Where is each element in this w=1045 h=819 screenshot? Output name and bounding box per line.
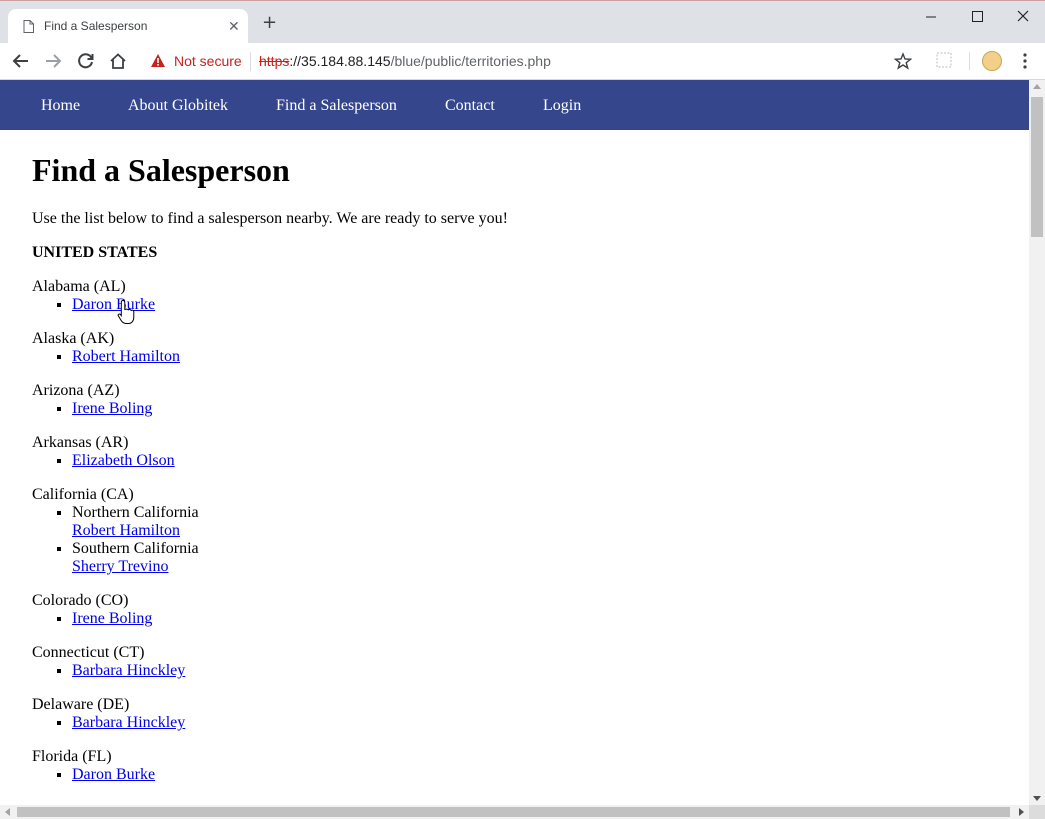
salesperson-item: Daron Burke: [72, 296, 632, 314]
salesperson-link[interactable]: Elizabeth Olson: [72, 452, 175, 469]
state-block: California (CA)Northern CaliforniaRobert…: [32, 486, 632, 576]
home-icon[interactable]: [109, 52, 127, 70]
salesperson-item: Daron Burke: [72, 766, 632, 784]
page-title: Find a Salesperson: [32, 152, 290, 188]
state-name: Connecticut (CT): [32, 644, 145, 661]
region-name: Southern California: [72, 540, 199, 557]
nav-find-salesperson-link[interactable]: Find a Salesperson: [276, 97, 397, 115]
salesperson-item: Northern CaliforniaRobert Hamilton: [72, 504, 632, 540]
salesperson-item: Irene Boling: [72, 400, 632, 418]
salesperson-list: Irene Boling: [72, 610, 632, 628]
state-name: Colorado (CO): [32, 592, 129, 609]
scroll-up-arrow-icon[interactable]: [1033, 84, 1041, 89]
state-block: Delaware (DE)Barbara Hinckley: [32, 696, 632, 732]
url-path: /blue/public/territories.php: [390, 53, 551, 69]
extension-icon[interactable]: [936, 52, 952, 68]
salesperson-list: Irene Boling: [72, 400, 632, 418]
salesperson-link[interactable]: Daron Burke: [72, 296, 155, 313]
minimize-icon[interactable]: [916, 7, 946, 27]
salesperson-list: Robert Hamilton: [72, 348, 632, 366]
not-secure-label[interactable]: Not secure: [174, 53, 242, 69]
site-navigation: Home About Globitek Find a Salesperson C…: [0, 80, 1029, 130]
state-block: Florida (FL)Daron Burke: [32, 748, 632, 784]
salesperson-link[interactable]: Sherry Trevino: [72, 558, 168, 575]
country-heading: UNITED STATES: [32, 244, 158, 261]
salesperson-item: Robert Hamilton: [72, 348, 632, 366]
state-name: Arkansas (AR): [32, 434, 129, 451]
bookmark-star-icon[interactable]: [894, 52, 912, 70]
state-name: Florida (FL): [32, 748, 112, 765]
scrollbar-corner: [1029, 805, 1045, 819]
back-arrow-icon[interactable]: [12, 52, 30, 70]
state-block: Connecticut (CT)Barbara Hinckley: [32, 644, 632, 680]
salesperson-link[interactable]: Daron Burke: [72, 766, 155, 783]
browser-tab[interactable]: Find a Salesperson ✕: [8, 9, 248, 44]
salesperson-list: Northern CaliforniaRobert HamiltonSouthe…: [72, 504, 632, 576]
salesperson-link[interactable]: Robert Hamilton: [72, 348, 180, 365]
scroll-right-arrow-icon[interactable]: [1019, 808, 1024, 816]
salesperson-link[interactable]: Barbara Hinckley: [72, 662, 185, 679]
state-block: Alaska (AK)Robert Hamilton: [32, 330, 632, 366]
toolbar-separator: [969, 52, 970, 70]
vertical-scrollbar[interactable]: [1029, 80, 1045, 805]
salesperson-list: Daron Burke: [72, 766, 632, 784]
state-name: Alaska (AK): [32, 330, 115, 347]
state-name: California (CA): [32, 486, 134, 503]
vertical-scroll-thumb[interactable]: [1031, 97, 1043, 237]
intro-text: Use the list below to find a salesperson…: [32, 210, 508, 227]
state-name: Delaware (DE): [32, 696, 130, 713]
territory-list: Alabama (AL)Daron BurkeAlaska (AK)Robert…: [32, 278, 632, 800]
url-host: ://35.184.88.145: [289, 53, 391, 69]
salesperson-item: Southern CaliforniaSherry Trevino: [72, 540, 632, 576]
new-tab-button[interactable]: +: [262, 14, 277, 32]
salesperson-item: Barbara Hinckley: [72, 714, 632, 732]
horizontal-scroll-thumb[interactable]: [17, 807, 1010, 817]
state-block: Arkansas (AR)Elizabeth Olson: [32, 434, 632, 470]
salesperson-link[interactable]: Robert Hamilton: [72, 522, 180, 539]
nav-home-link[interactable]: Home: [41, 97, 80, 115]
browser-toolbar: Not secure https://35.184.88.145/blue/pu…: [0, 43, 1045, 80]
salesperson-link[interactable]: Barbara Hinckley: [72, 714, 185, 731]
salesperson-item: Elizabeth Olson: [72, 452, 632, 470]
scroll-left-arrow-icon[interactable]: [5, 808, 10, 816]
hand-cursor-icon: [117, 299, 135, 324]
state-name: Arizona (AZ): [32, 382, 120, 399]
menu-dots-icon[interactable]: [1016, 52, 1034, 70]
salesperson-link[interactable]: Irene Boling: [72, 400, 152, 417]
salesperson-item: Barbara Hinckley: [72, 662, 632, 680]
nav-login-link[interactable]: Login: [543, 97, 581, 115]
tab-title: Find a Salesperson: [44, 19, 148, 33]
maximize-icon[interactable]: [962, 7, 992, 27]
url-scheme: https: [259, 53, 290, 69]
profile-avatar-icon[interactable]: [982, 51, 1002, 71]
salesperson-list: Barbara Hinckley: [72, 714, 632, 732]
region-name: Northern California: [72, 504, 199, 521]
address-bar[interactable]: https://35.184.88.145/blue/public/territ…: [259, 53, 551, 69]
salesperson-list: Elizabeth Olson: [72, 452, 632, 470]
state-block: Arizona (AZ)Irene Boling: [32, 382, 632, 418]
tab-close-icon[interactable]: ✕: [228, 18, 240, 35]
nav-about-link[interactable]: About Globitek: [128, 97, 228, 115]
salesperson-link[interactable]: Irene Boling: [72, 610, 152, 627]
forward-arrow-icon[interactable]: [44, 52, 62, 70]
salesperson-list: Barbara Hinckley: [72, 662, 632, 680]
nav-contact-link[interactable]: Contact: [445, 97, 495, 115]
document-icon: [23, 20, 34, 33]
salesperson-item: Irene Boling: [72, 610, 632, 628]
url-separator: [250, 52, 251, 71]
state-block: Colorado (CO)Irene Boling: [32, 592, 632, 628]
reload-icon[interactable]: [77, 52, 95, 70]
page-content: Find a Salesperson Use the list below to…: [32, 130, 1022, 805]
warning-icon[interactable]: [150, 53, 166, 68]
window-close-icon[interactable]: [1008, 7, 1038, 27]
salesperson-list: Daron Burke: [72, 296, 632, 314]
browser-titlebar: Find a Salesperson ✕ +: [0, 0, 1045, 44]
horizontal-scrollbar[interactable]: [0, 805, 1029, 819]
state-name: Alabama (AL): [32, 278, 126, 295]
scroll-down-arrow-icon[interactable]: [1033, 796, 1041, 801]
